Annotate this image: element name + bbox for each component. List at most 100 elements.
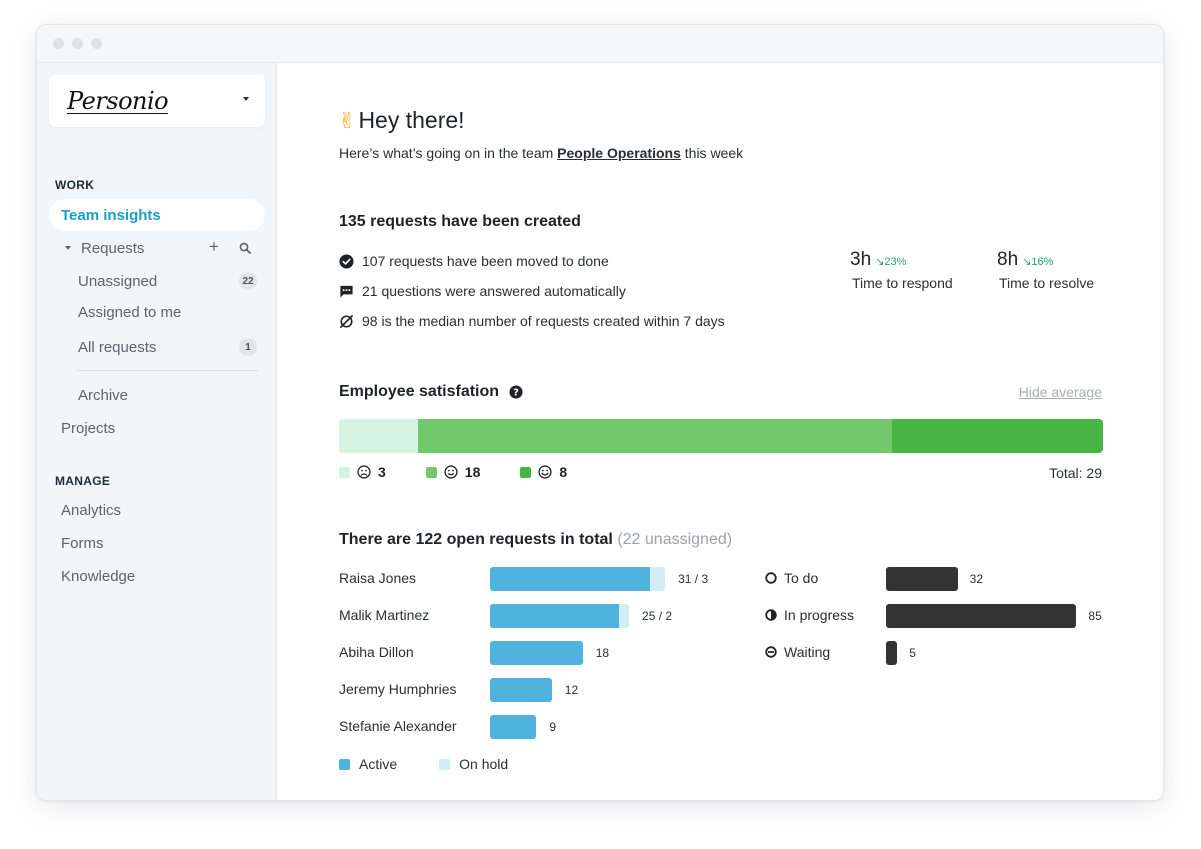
sidebar-item-requests[interactable]: Requests + [65, 237, 265, 258]
satisfaction-total: Total: 29 [1049, 465, 1102, 481]
active-bar-segment [490, 567, 650, 591]
hide-average-link[interactable]: Hide average [1019, 384, 1102, 400]
status-label: To do [765, 570, 818, 586]
respond-value: 3h [850, 249, 872, 270]
search-icon[interactable] [239, 242, 251, 254]
satisfaction-segment-1 [339, 419, 419, 453]
assignee-row[interactable]: Stefanie Alexander 9 [339, 715, 749, 739]
window-minimize-dot[interactable] [72, 38, 83, 49]
resolve-delta: ↘16% [1022, 256, 1054, 268]
company-switcher[interactable]: Personio [49, 75, 265, 127]
satisfaction-bar [339, 419, 1103, 453]
minus-circle-icon [765, 646, 777, 658]
sidebar-item-team-insights[interactable]: Team insights [49, 199, 265, 231]
assignee-bar [490, 567, 666, 591]
subtitle-prefix: Here’s what’s going on in the team [339, 145, 554, 161]
on-hold-bar-segment [618, 604, 630, 628]
on-hold-bar-segment [649, 567, 666, 591]
assignee-row[interactable]: Malik Martinez 25 / 2 [339, 604, 749, 628]
assignee-value-label: 25 / 2 [642, 609, 673, 623]
assignee-bar [490, 715, 537, 739]
open-requests-unassigned: (22 unassigned) [617, 531, 733, 548]
stat-done-text: 107 requests have been moved to done [362, 253, 609, 269]
page-title: ✌ Hey there! [338, 107, 465, 134]
window-close-dot[interactable] [53, 38, 64, 49]
neutral-count: 18 [464, 464, 481, 480]
help-icon[interactable]: ? [509, 385, 523, 399]
personio-logo: Personio [67, 86, 169, 115]
assignee-value-label: 18 [595, 646, 610, 660]
status-row[interactable]: Waiting 5 [765, 641, 1115, 665]
legend-swatch-active [339, 758, 350, 770]
assignee-name: Stefanie Alexander [339, 718, 457, 734]
legend-item-sad: 3 [339, 464, 386, 480]
requests-created-heading: 135 requests have been created [339, 213, 581, 230]
half-circle-icon [765, 609, 777, 621]
legend-swatch-happy [520, 466, 532, 478]
add-icon[interactable]: + [209, 237, 219, 257]
sidebar-item-assigned-to-me[interactable]: Assigned to me [78, 304, 181, 321]
assignee-name: Malik Martinez [339, 607, 430, 623]
satisfaction-title: Employee satisfation [339, 383, 500, 400]
active-bar-segment [490, 641, 583, 665]
status-row[interactable]: In progress 85 [765, 604, 1115, 628]
legend-active-label: Active [359, 756, 398, 772]
satisfaction-segment-2 [418, 419, 893, 453]
subtitle-suffix: this week [684, 145, 744, 161]
status-bar [886, 604, 1077, 628]
assignee-name: Jeremy Humphries [339, 681, 457, 697]
status-row[interactable]: To do 32 [765, 567, 1115, 591]
sidebar-divider [77, 370, 258, 371]
sidebar-item-analytics[interactable]: Analytics [61, 502, 121, 519]
status-bar [886, 641, 898, 665]
satisfaction-legend: 3 18 8 [339, 464, 567, 480]
sidebar-item-projects[interactable]: Projects [61, 420, 115, 437]
chat-bubble-icon [340, 285, 353, 297]
main-content: ✌ Hey there! Here’s what’s going on in t… [277, 63, 1163, 800]
sidebar-item-all-requests[interactable]: All requests 1 [78, 337, 265, 357]
assignee-bar [490, 604, 630, 628]
svg-text:?: ? [513, 388, 519, 399]
metric-time-to-respond: 3h ↘23% Time to respond [850, 249, 953, 291]
resolve-value: 8h [997, 249, 1019, 270]
metric-time-to-resolve: 8h ↘16% Time to resolve [997, 249, 1094, 291]
status-name: To do [784, 570, 819, 586]
chevron-down-icon [243, 97, 249, 101]
legend-item-neutral: 18 [425, 464, 481, 480]
legend-swatch-sad [339, 466, 350, 478]
sidebar-item-archive[interactable]: Archive [78, 387, 128, 404]
sidebar-item-forms[interactable]: Forms [61, 535, 104, 552]
satisfaction-segment-3 [892, 419, 1103, 453]
sad-face-icon [357, 465, 371, 479]
assignee-row[interactable]: Raisa Jones 31 / 3 [339, 567, 749, 591]
happy-count: 8 [559, 464, 568, 480]
respond-label: Time to respond [852, 275, 953, 291]
legend-swatch-neutral [425, 466, 437, 478]
stat-answered-text: 21 questions were answered automatically [362, 283, 626, 299]
stat-answered: 21 questions were answered automatically [339, 283, 626, 299]
sidebar-item-unassigned[interactable]: Unassigned 22 [78, 271, 265, 291]
active-bar-segment [490, 678, 552, 702]
happy-face-icon [538, 465, 552, 479]
median-icon [340, 314, 353, 328]
window-maximize-dot[interactable] [91, 38, 102, 49]
assignee-row[interactable]: Jeremy Humphries 12 [339, 678, 749, 702]
status-value-label: 5 [909, 646, 916, 660]
sidebar-item-knowledge[interactable]: Knowledge [61, 568, 135, 585]
resolve-label: Time to resolve [999, 275, 1095, 291]
assignee-name: Raisa Jones [339, 570, 417, 586]
check-circle-icon [339, 253, 354, 269]
status-value-label: 32 [969, 572, 984, 586]
greeting-text: Hey there! [358, 107, 465, 133]
sad-count: 3 [378, 464, 386, 480]
page-subtitle: Here’s what’s going on in the team Peopl… [339, 145, 743, 161]
legend-hold-label: On hold [459, 756, 509, 772]
assignee-row[interactable]: Abiha Dillon 18 [339, 641, 749, 665]
unassigned-label: Unassigned [78, 272, 158, 290]
status-value-label: 85 [1088, 609, 1102, 623]
chevron-down-icon [65, 246, 71, 250]
neutral-face-icon [444, 465, 458, 479]
section-label-work: WORK [55, 178, 95, 192]
title-bar [37, 25, 1163, 63]
team-link[interactable]: People Operations [557, 145, 681, 161]
